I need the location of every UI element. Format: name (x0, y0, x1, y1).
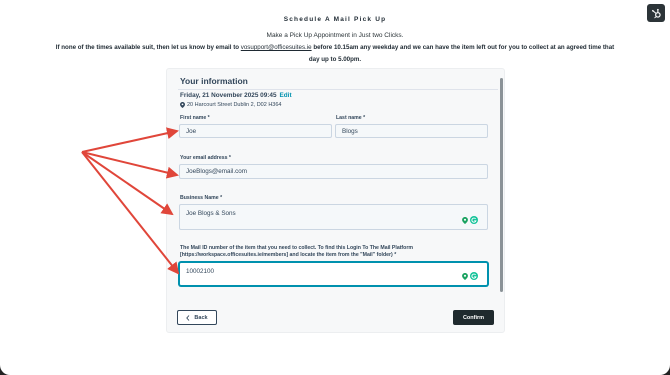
arrow-to-business (81, 151, 174, 216)
business-name-input[interactable]: Joe Blogs & Sons (179, 204, 488, 230)
last-name-input[interactable]: Blogs (335, 124, 488, 138)
booking-form-card: Your information Friday, 21 November 202… (166, 68, 505, 333)
chevron-left-icon (186, 314, 190, 321)
edit-link[interactable]: Edit (280, 92, 292, 99)
confirm-button[interactable]: Confirm (453, 310, 494, 325)
grammarly-icon[interactable] (470, 216, 478, 224)
email-label: Your email address * (180, 155, 231, 161)
business-name-label: Business Name * (180, 195, 223, 201)
last-name-label: Last name * (336, 115, 366, 121)
notice-text-start: If none of the times available suit, the… (55, 44, 241, 51)
page-subtitle: Make a Pick Up Appointment in Just two C… (266, 32, 404, 39)
mail-id-value: 10002100 (186, 268, 215, 275)
page-title: Schedule A Mail Pick Up (283, 16, 387, 23)
section-divider (178, 89, 498, 90)
grammarly-icon[interactable] (470, 272, 478, 280)
mail-id-label: The Mail ID number of the item that you … (180, 245, 413, 258)
email-input[interactable]: JoeBlogs@email.com (179, 164, 488, 179)
arrow-to-mail-id (81, 151, 180, 275)
datetime-text: Friday, 21 November 2025 09:45 (180, 92, 277, 99)
notice-text-end: before 10.15am any weekday and we can ha… (308, 44, 615, 63)
support-email-link[interactable]: vosupport@officesuites.ie (241, 44, 312, 51)
business-name-value: Joe Blogs & Sons (186, 210, 236, 217)
last-name-value: Blogs (342, 127, 358, 135)
notice-text: If none of the times available suit, the… (50, 42, 620, 65)
back-button[interactable]: Back (177, 310, 217, 325)
map-pin-icon[interactable] (462, 216, 468, 224)
back-label: Back (194, 314, 208, 321)
first-name-value: Joe (186, 127, 197, 135)
location-pin-icon (180, 102, 185, 108)
app-frame: Schedule A Mail Pick Up Make a Pick Up A… (0, 0, 670, 375)
first-name-label: First name * (180, 115, 210, 121)
arrow-to-email (81, 151, 179, 179)
confirm-label: Confirm (462, 314, 485, 321)
form-scrollbar[interactable] (500, 78, 503, 292)
email-value: JoeBlogs@email.com (186, 168, 247, 175)
mail-id-field-icons (462, 272, 478, 280)
mail-id-input[interactable]: 10002100 (179, 262, 488, 286)
arrow-group (81, 127, 180, 275)
address-text: 20 Harcourt Street Dublin 2, D02 H364 (187, 102, 282, 108)
section-title: Your information (180, 76, 248, 86)
appointment-datetime: Friday, 21 November 2025 09:45 Edit (180, 92, 292, 99)
map-pin-icon[interactable] (462, 272, 468, 280)
first-name-input[interactable]: Joe (179, 124, 332, 138)
business-field-icons (462, 216, 478, 224)
appointment-address: 20 Harcourt Street Dublin 2, D02 H364 (180, 102, 281, 108)
arrow-to-first-name (81, 127, 179, 153)
